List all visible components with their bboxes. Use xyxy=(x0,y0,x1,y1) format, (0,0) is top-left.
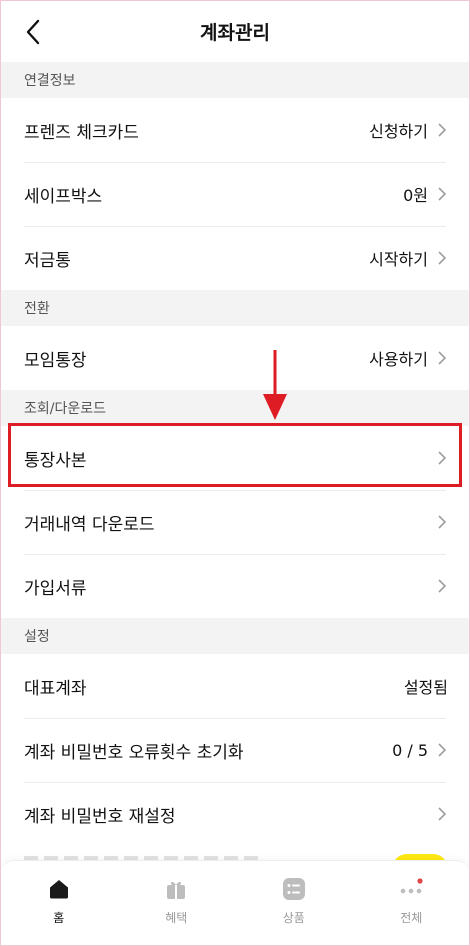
row-primary-account[interactable]: 대표계좌 설정됨 xyxy=(0,654,470,718)
chevron-left-icon xyxy=(26,19,40,45)
chevron-right-icon xyxy=(438,743,447,757)
arrow-down-icon xyxy=(263,350,287,420)
notification-dot xyxy=(417,878,423,884)
section-header-download: 조회/다운로드 xyxy=(0,390,470,426)
chevron-right-icon xyxy=(438,515,447,529)
row-value: 0 / 5 xyxy=(392,740,428,760)
row-value: 0원 xyxy=(403,186,428,205)
row-label: 대표계좌 xyxy=(24,678,87,699)
tab-home[interactable]: 홈 xyxy=(0,861,118,946)
tab-all[interactable]: 전체 xyxy=(353,861,470,946)
back-button[interactable] xyxy=(16,15,50,49)
row-group-account[interactable]: 모임통장 사용하기 xyxy=(0,326,470,390)
tab-label: 혜택 xyxy=(165,911,188,925)
row-label: 가입서류 xyxy=(24,578,87,599)
chevron-right-icon xyxy=(438,123,447,137)
home-icon xyxy=(49,880,68,899)
chevron-right-icon xyxy=(438,807,447,821)
row-label: 계좌 비밀번호 재설정 xyxy=(24,806,176,827)
section-header-connection: 연결정보 xyxy=(0,62,470,98)
row-value: 신청하기 xyxy=(369,122,428,141)
tab-products[interactable]: 상품 xyxy=(235,861,353,946)
row-label: 모임통장 xyxy=(24,350,87,371)
row-signup-documents[interactable]: 가입서류 xyxy=(0,554,470,618)
chevron-right-icon xyxy=(438,251,447,265)
highlight-box xyxy=(8,423,462,487)
tab-label: 상품 xyxy=(282,911,305,925)
section-header-settings: 설정 xyxy=(0,618,470,654)
row-value: 시작하기 xyxy=(369,250,428,269)
row-label: 거래내역 다운로드 xyxy=(24,514,155,535)
row-value: 사용하기 xyxy=(369,350,428,369)
row-label: 세이프박스 xyxy=(24,186,103,207)
chevron-right-icon xyxy=(438,579,447,593)
section-header-conversion: 전환 xyxy=(0,290,470,326)
row-label: 계좌 비밀번호 오류횟수 초기화 xyxy=(24,742,244,763)
row-label: 저금통 xyxy=(24,250,71,271)
more-dots-icon xyxy=(400,878,423,894)
list-icon xyxy=(282,878,305,900)
tab-benefits[interactable]: 혜택 xyxy=(118,861,236,946)
gift-icon xyxy=(167,881,186,899)
chevron-right-icon xyxy=(438,351,447,365)
row-transaction-download[interactable]: 거래내역 다운로드 xyxy=(0,490,470,554)
chevron-right-icon xyxy=(438,187,447,201)
tab-label: 홈 xyxy=(53,911,65,925)
row-value: 설정됨 xyxy=(403,678,448,697)
row-label: 프렌즈 체크카드 xyxy=(24,122,139,143)
row-password-reset[interactable]: 계좌 비밀번호 재설정 xyxy=(0,782,470,846)
row-password-error-reset[interactable]: 계좌 비밀번호 오류횟수 초기화 0 / 5 xyxy=(0,718,470,782)
page-title: 계좌관리 xyxy=(200,21,270,44)
row-piggy-bank[interactable]: 저금통 시작하기 xyxy=(0,226,470,290)
tab-label: 전체 xyxy=(400,911,423,925)
bottom-tab-bar: 홈 혜택 상품 전체 xyxy=(0,860,470,946)
row-friends-check-card[interactable]: 프렌즈 체크카드 신청하기 xyxy=(0,98,470,162)
row-safebox[interactable]: 세이프박스 0원 xyxy=(0,162,470,226)
app-header: 계좌관리 xyxy=(0,0,470,62)
